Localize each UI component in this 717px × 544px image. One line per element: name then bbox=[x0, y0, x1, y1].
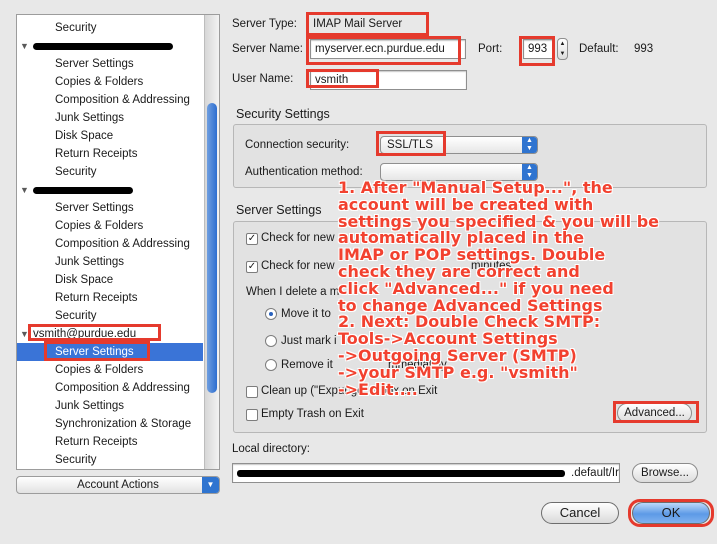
highlight-account bbox=[28, 324, 161, 341]
tree-item-row[interactable]: Copies & Folders bbox=[17, 73, 203, 91]
disclosure-triangle-icon[interactable]: ▼ bbox=[20, 181, 29, 199]
redacted-account-name bbox=[33, 187, 133, 194]
annotation-line: ->Edit.... bbox=[338, 379, 418, 399]
tree-item-row[interactable]: Copies & Folders bbox=[17, 361, 203, 379]
tree-item-row[interactable]: Return Receipts bbox=[17, 433, 203, 451]
authentication-method-label: Authentication method: bbox=[245, 166, 363, 178]
empty-trash-checkbox[interactable] bbox=[246, 409, 258, 421]
tree-row-label: Return Receipts bbox=[55, 148, 138, 160]
tree-item-row[interactable]: Junk Settings bbox=[17, 109, 203, 127]
tree-item-row[interactable]: Disk Space bbox=[17, 271, 203, 289]
tree-item-row[interactable]: Server Settings bbox=[17, 55, 203, 73]
connection-security-label: Connection security: bbox=[245, 139, 350, 151]
tree-item-row[interactable]: Composition & Addressing bbox=[17, 91, 203, 109]
tree-item-row[interactable]: Disk Space bbox=[17, 127, 203, 145]
sidebar-scrollbar[interactable] bbox=[204, 15, 219, 469]
tree-row-label: Copies & Folders bbox=[55, 364, 144, 376]
account-tree[interactable]: Security ▼ Server Settings Copies & Folders… bbox=[16, 14, 220, 470]
remove-immediately-radio[interactable] bbox=[265, 359, 277, 371]
chevron-updown-icon: ▲ ▼ bbox=[522, 137, 537, 153]
tree-item-row[interactable]: Server Settings bbox=[17, 199, 203, 217]
tree-row-label: Security bbox=[55, 454, 97, 466]
check-new-label: Check for new bbox=[261, 232, 335, 244]
tree-row-label: Server Settings bbox=[55, 58, 134, 70]
browse-button[interactable]: Browse... bbox=[632, 463, 698, 483]
security-settings-title: Security Settings bbox=[236, 107, 330, 121]
server-type-label: Server Type: bbox=[232, 18, 297, 30]
tree-row-label: Junk Settings bbox=[55, 256, 125, 268]
check-new-every-checkbox[interactable]: ✓ bbox=[246, 261, 258, 273]
empty-trash-label: Empty Trash on Exit bbox=[261, 408, 364, 420]
tree-item-row[interactable]: Return Receipts bbox=[17, 289, 203, 307]
tree-row-label: Composition & Addressing bbox=[55, 94, 190, 106]
tree-row-label: Junk Settings bbox=[55, 400, 125, 412]
tree-row-label: Composition & Addressing bbox=[55, 238, 190, 250]
tree-row-label: Security bbox=[55, 22, 97, 34]
local-directory-input[interactable]: .default/Ir bbox=[232, 463, 620, 483]
tree-row-label: Server Settings bbox=[55, 202, 134, 214]
highlight-server-settings-item bbox=[44, 341, 150, 361]
tree-row-label: Synchronization & Storage bbox=[55, 418, 192, 430]
highlight-advanced bbox=[613, 401, 699, 423]
tree-item-row[interactable]: Security bbox=[17, 163, 203, 181]
highlight-port bbox=[519, 36, 555, 66]
tree-row-label: Copies & Folders bbox=[55, 220, 144, 232]
tree-row-label: Junk Settings bbox=[55, 112, 125, 124]
tree-item-row[interactable]: Junk Settings bbox=[17, 253, 203, 271]
local-directory-label: Local directory: bbox=[232, 443, 310, 455]
highlight-user-name bbox=[306, 69, 379, 88]
sidebar-scroll-thumb[interactable] bbox=[207, 103, 217, 393]
highlight-ok bbox=[628, 499, 714, 527]
tree-item-row[interactable]: Synchronization & Storage bbox=[17, 415, 203, 433]
tree-account-row[interactable]: ▼ bbox=[17, 181, 203, 199]
highlight-server-name bbox=[306, 36, 461, 65]
move-to-label: Move it to bbox=[281, 308, 331, 320]
tree-item-row[interactable]: Return Receipts bbox=[17, 145, 203, 163]
tree-row-label: Disk Space bbox=[55, 274, 114, 286]
default-port-value: 993 bbox=[634, 43, 654, 55]
tree-item-row[interactable]: Composition & Addressing bbox=[17, 379, 203, 397]
cleanup-checkbox[interactable] bbox=[246, 386, 258, 398]
tree-account-row[interactable]: ▼ bbox=[17, 37, 203, 55]
port-label: Port: bbox=[478, 43, 503, 55]
account-actions-label: Account Actions bbox=[77, 479, 159, 491]
instruction-annotation: 1. After "Manual Setup...", the account w… bbox=[338, 179, 710, 399]
tree-item-row[interactable]: Copies & Folders bbox=[17, 217, 203, 235]
chevron-down-icon: ▼ bbox=[202, 477, 219, 493]
highlight-connection-security bbox=[376, 131, 446, 156]
tree-item-row[interactable]: Security bbox=[17, 451, 203, 469]
tree-row-label: Composition & Addressing bbox=[55, 382, 190, 394]
remove-label: Remove it bbox=[281, 359, 333, 371]
redacted-path bbox=[237, 470, 565, 477]
just-mark-label: Just mark i bbox=[281, 335, 337, 347]
server-settings-title: Server Settings bbox=[236, 203, 322, 217]
server-name-label: Server Name: bbox=[232, 43, 303, 55]
check-new-every-label: Check for new bbox=[261, 260, 335, 272]
account-actions-button[interactable]: Account Actions ▼ bbox=[16, 476, 220, 494]
user-name-label: User Name: bbox=[232, 73, 294, 85]
check-new-checkbox[interactable]: ✓ bbox=[246, 233, 258, 245]
tree-item-row[interactable]: Security bbox=[17, 307, 203, 325]
tree-item-row[interactable]: Composition & Addressing bbox=[17, 235, 203, 253]
tree-item-row[interactable]: Security bbox=[17, 19, 203, 37]
redacted-account-name bbox=[33, 43, 173, 50]
tree-row-label: Disk Space bbox=[55, 130, 114, 142]
tree-row-label: Security bbox=[55, 166, 97, 178]
default-port-label: Default: bbox=[579, 43, 619, 55]
tree-row-label: Return Receipts bbox=[55, 292, 138, 304]
cancel-button[interactable]: Cancel bbox=[541, 502, 619, 524]
highlight-server-type bbox=[306, 12, 429, 36]
just-mark-radio[interactable] bbox=[265, 335, 277, 347]
tree-row-label: Return Receipts bbox=[55, 436, 138, 448]
delete-label: When I delete a m bbox=[246, 286, 340, 298]
tree-row-label: Security bbox=[55, 310, 97, 322]
local-directory-value: .default/Ir bbox=[571, 467, 619, 479]
tree-row-label: Copies & Folders bbox=[55, 76, 144, 88]
disclosure-triangle-icon[interactable]: ▼ bbox=[20, 37, 29, 55]
tree-item-row[interactable]: Junk Settings bbox=[17, 397, 203, 415]
port-stepper[interactable]: ▲ ▼ bbox=[557, 38, 568, 60]
move-to-radio[interactable] bbox=[265, 308, 277, 320]
